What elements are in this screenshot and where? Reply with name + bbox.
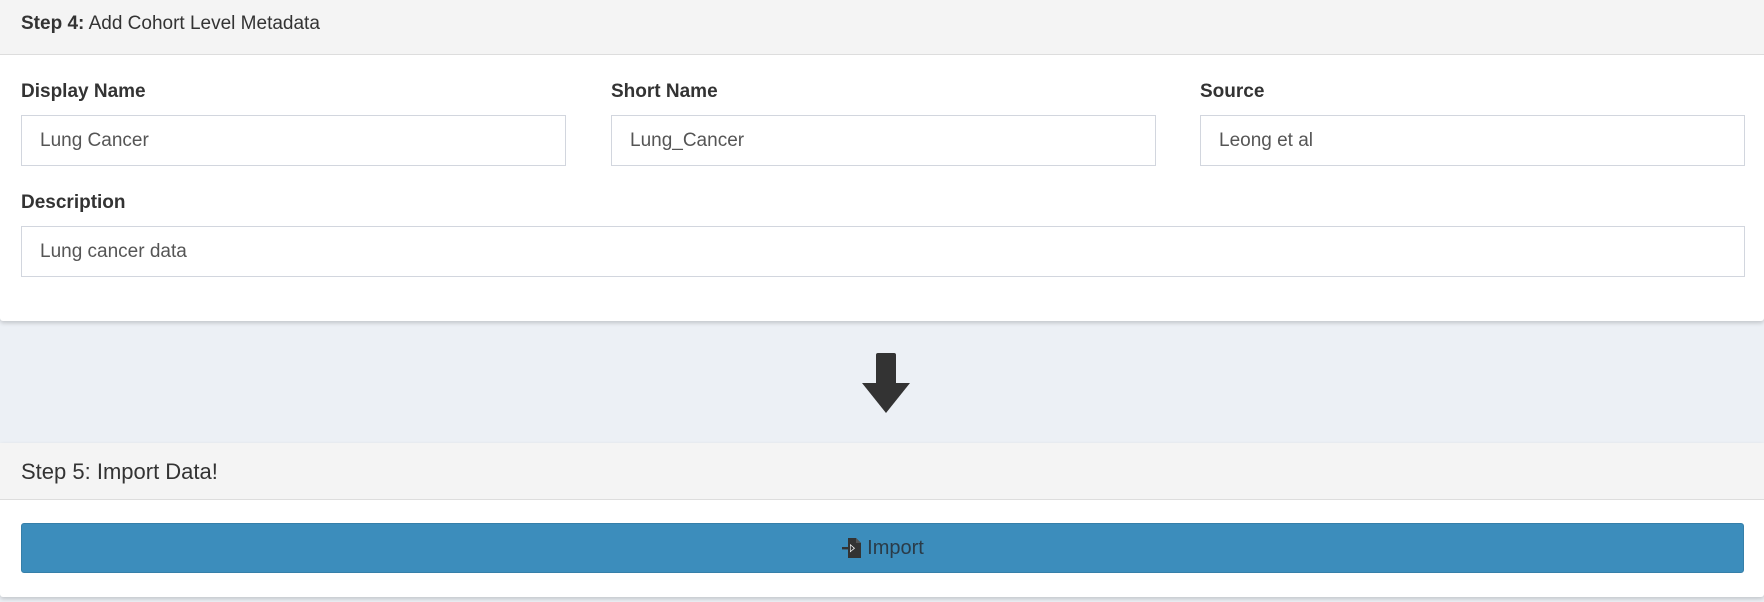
step4-title-bold: Step 4: bbox=[21, 13, 85, 34]
step4-title-text: Add Cohort Level Metadata bbox=[88, 13, 320, 34]
short-name-input[interactable] bbox=[611, 115, 1156, 166]
import-button-label: Import bbox=[867, 536, 924, 559]
import-data-panel: Step 5: Import Data! bbox=[0, 443, 1764, 597]
file-import-icon bbox=[841, 537, 863, 559]
source-label: Source bbox=[1200, 81, 1265, 102]
step4-title: Step 4: Add Cohort Level Metadata bbox=[21, 13, 320, 35]
arrow-down-icon bbox=[860, 353, 912, 413]
source-input[interactable] bbox=[1200, 115, 1745, 166]
cohort-metadata-panel: Step 4: Add Cohort Level Metadata Displa… bbox=[0, 0, 1764, 321]
step4-header: Step 4: Add Cohort Level Metadata bbox=[0, 0, 1764, 55]
short-name-label: Short Name bbox=[611, 81, 718, 102]
step5-header: Step 5: Import Data! bbox=[0, 443, 1764, 500]
description-label: Description bbox=[21, 192, 126, 213]
description-input[interactable] bbox=[21, 226, 1745, 277]
step5-title: Step 5: Import Data! bbox=[21, 459, 218, 484]
import-button[interactable]: Import bbox=[21, 523, 1744, 573]
display-name-input[interactable] bbox=[21, 115, 566, 166]
display-name-label: Display Name bbox=[21, 81, 146, 102]
